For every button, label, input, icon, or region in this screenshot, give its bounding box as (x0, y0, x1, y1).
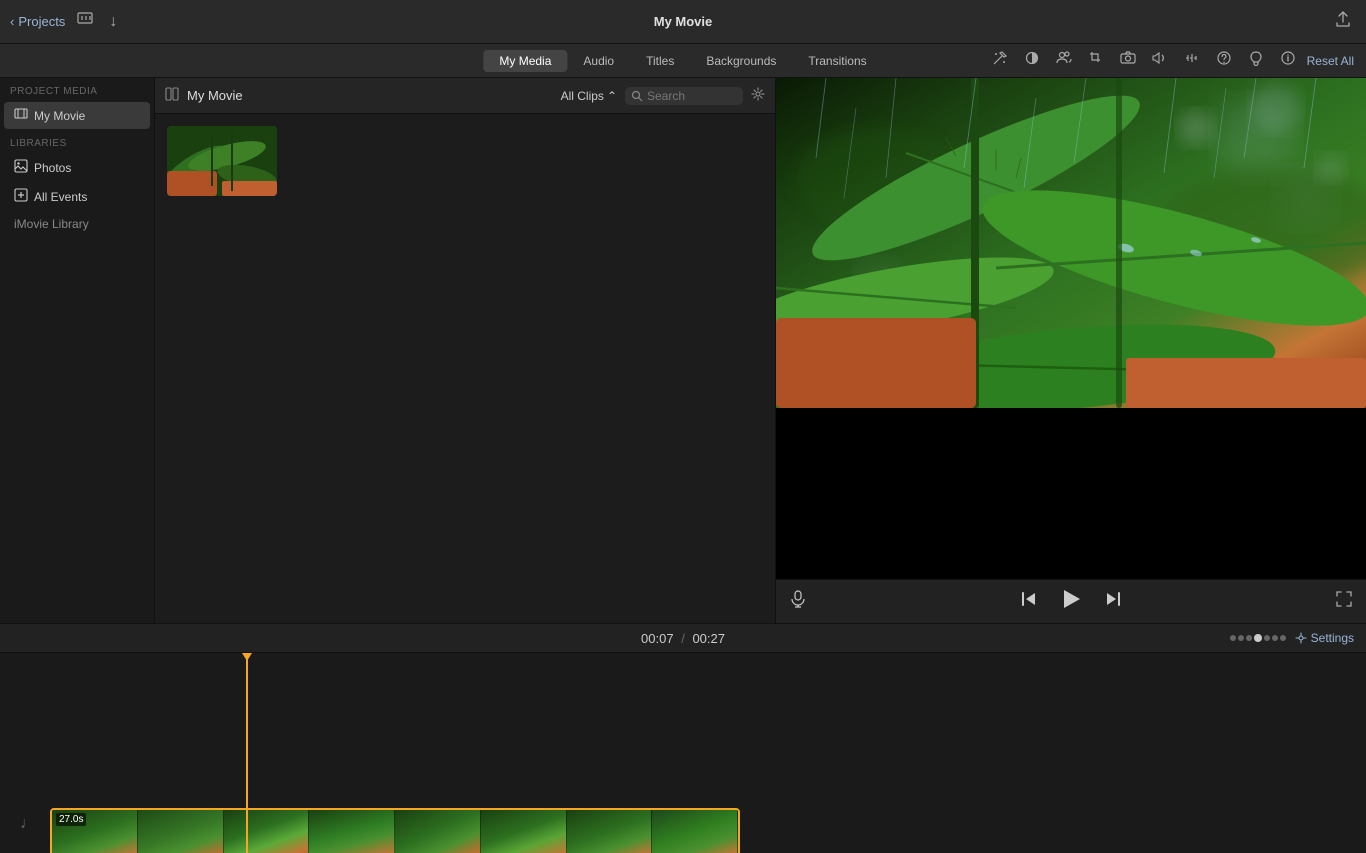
music-note-icon: ♩ (20, 815, 36, 833)
skip-backward-button[interactable] (1019, 589, 1039, 614)
sidebar-photos-label: Photos (34, 161, 71, 175)
thumbnail-preview (167, 126, 277, 196)
sidebar-my-movie-label: My Movie (34, 109, 85, 123)
sidebar: PROJECT MEDIA My Movie LIBRARIES Photos … (0, 78, 155, 623)
top-bar-left: ‹ Projects ↓ (10, 9, 121, 34)
playhead (246, 653, 248, 853)
top-bar-right (1330, 8, 1356, 35)
add-clip-button[interactable] (73, 9, 97, 34)
zoom-dot-5 (1264, 635, 1270, 641)
preview-controls (776, 579, 1366, 623)
tab-my-media[interactable]: My Media (483, 50, 567, 72)
top-bar: ‹ Projects ↓ My Movie (0, 0, 1366, 44)
tab-transitions[interactable]: Transitions (792, 50, 882, 72)
tab-backgrounds[interactable]: Backgrounds (690, 50, 792, 72)
timeline-header: 00:07 / 00:27 Settings (0, 624, 1366, 653)
video-preview-svg (776, 78, 1366, 408)
nav-tools: Reset All (987, 47, 1354, 74)
zoom-dot-6 (1272, 635, 1278, 641)
search-input[interactable] (647, 89, 737, 103)
microphone-button[interactable] (790, 590, 806, 613)
search-icon (631, 90, 643, 102)
color-correction-button[interactable] (1019, 47, 1045, 74)
all-clips-label: All Clips (561, 89, 604, 103)
panel-toggle-icon (165, 87, 179, 104)
clip-frames (52, 810, 738, 853)
noise-reduction-button[interactable] (1179, 47, 1205, 74)
info-button[interactable] (1275, 47, 1301, 74)
nav-tabs: My Media Audio Titles Backgrounds Transi… (0, 44, 1366, 78)
preview-panel (776, 78, 1366, 623)
zoom-dot-7 (1280, 635, 1286, 641)
video-clip[interactable]: 27.0s (50, 808, 740, 853)
add-clip-icon (77, 11, 93, 27)
zoom-dot-1 (1230, 635, 1236, 641)
imovie-library-label: iMovie Library (14, 217, 89, 231)
window-title: My Movie (654, 14, 713, 29)
sort-icon: ↓ (109, 13, 117, 30)
magic-wand-button[interactable] (987, 47, 1013, 74)
current-time: 00:07 (641, 631, 674, 646)
timeline-area: 00:07 / 00:27 Settings 27.0s (0, 623, 1366, 853)
sidebar-item-photos[interactable]: Photos (4, 154, 150, 181)
all-clips-selector[interactable]: All Clips ⌃ (561, 89, 617, 103)
chevron-left-icon: ‹ (10, 14, 14, 29)
share-button[interactable] (1330, 8, 1356, 35)
timeline-track-area: 27.0s Press the R key while dragging to … (0, 653, 1366, 853)
search-bar (625, 87, 743, 105)
play-button[interactable] (1059, 587, 1083, 617)
sidebar-item-imovie-library[interactable]: iMovie Library (4, 212, 150, 236)
settings-label: Settings (1311, 631, 1354, 645)
share-icon (1334, 10, 1352, 28)
help-button[interactable] (1211, 47, 1237, 74)
fullscreen-button[interactable] (1336, 591, 1352, 612)
timeline-settings-button[interactable]: Settings (1295, 631, 1354, 645)
zoom-controls (1230, 634, 1286, 642)
clip-duration-label: 27.0s (56, 813, 86, 826)
tab-audio[interactable]: Audio (567, 50, 630, 72)
video-preview (776, 78, 1366, 579)
timecode-separator: / (681, 631, 685, 646)
skip-forward-button[interactable] (1103, 589, 1123, 614)
sort-button[interactable]: ↓ (105, 11, 121, 33)
media-panel-header: My Movie All Clips ⌃ (155, 78, 775, 114)
film-icon (14, 107, 28, 124)
sidebar-all-events-label: All Events (34, 190, 87, 204)
media-settings-icon[interactable] (751, 87, 765, 104)
projects-label: Projects (18, 14, 65, 29)
tab-titles[interactable]: Titles (630, 50, 690, 72)
volume-button[interactable] (1147, 47, 1173, 74)
libraries-section-label: LIBRARIES (0, 130, 154, 153)
zoom-dot-3 (1246, 635, 1252, 641)
thumbnail-svg (167, 126, 277, 196)
reset-all-button[interactable]: Reset All (1307, 54, 1354, 68)
camera-button[interactable] (1115, 47, 1141, 74)
projects-button[interactable]: ‹ Projects (10, 14, 65, 29)
add-icon (14, 188, 28, 205)
photos-icon (14, 159, 28, 176)
zoom-dot-active (1254, 634, 1262, 642)
nav-tabs-center: My Media Audio Titles Backgrounds Transi… (483, 50, 882, 72)
media-panel-title: My Movie (187, 88, 553, 103)
crop-button[interactable] (1083, 47, 1109, 74)
current-timecode: 00:07 / 00:27 (641, 631, 725, 646)
sidebar-item-my-movie[interactable]: My Movie (4, 102, 150, 129)
color-theme-button[interactable] (1243, 47, 1269, 74)
zoom-dot-2 (1238, 635, 1244, 641)
main-area: PROJECT MEDIA My Movie LIBRARIES Photos … (0, 78, 1366, 623)
all-clips-chevron: ⌃ (607, 89, 617, 103)
sidebar-item-all-events[interactable]: All Events (4, 183, 150, 210)
media-panel: My Movie All Clips ⌃ (155, 78, 776, 623)
media-content (155, 114, 775, 623)
smart-search-button[interactable] (1051, 47, 1077, 74)
project-media-section-label: PROJECT MEDIA (0, 78, 154, 101)
total-time: 00:27 (692, 631, 725, 646)
media-thumbnail[interactable] (167, 126, 277, 196)
